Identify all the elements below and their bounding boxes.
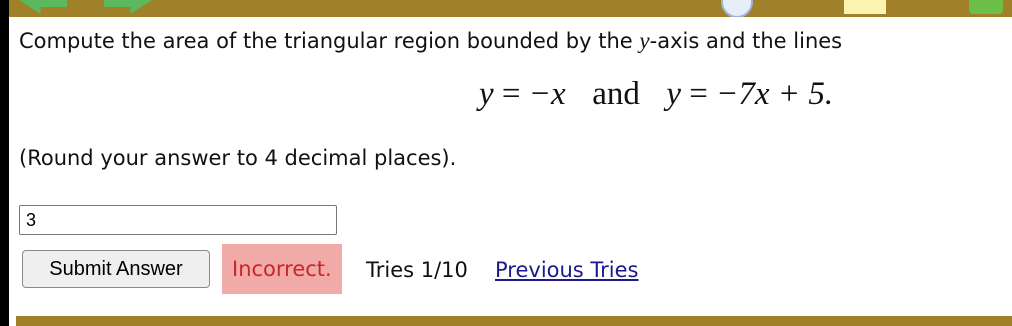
forward-arrow-icon[interactable] (104, 0, 152, 14)
eq1-lhs: y (479, 76, 494, 112)
question-suffix: -axis and the lines (649, 29, 843, 53)
eq2-rhs: −7x + 5. (716, 76, 834, 112)
eq-joiner: and (592, 76, 640, 112)
eq2-rel: = (689, 76, 708, 112)
eq1-rel: = (501, 76, 521, 112)
tries-counter: Tries 1/10 (366, 258, 468, 282)
question-text: Compute the area of the triangular regio… (19, 28, 842, 54)
notes-icon[interactable] (844, 0, 886, 14)
bottom-frame-bar (16, 316, 1012, 326)
left-border (0, 0, 9, 326)
eq2-lhs: y (666, 76, 682, 112)
back-arrow-icon[interactable] (19, 0, 67, 14)
equation-display: y = −x and y = −7x + 5. (479, 76, 833, 113)
grade-icon[interactable] (969, 0, 1003, 14)
rounding-instruction: (Round your answer to 4 decimal places). (19, 146, 457, 170)
question-variable: y (639, 28, 650, 53)
eq1-rhs: −x (528, 76, 566, 112)
incorrect-status-badge: Incorrect. (222, 244, 342, 294)
previous-tries-link[interactable]: Previous Tries (495, 258, 639, 282)
top-toolbar (9, 0, 1012, 17)
question-prefix: Compute the area of the triangular regio… (19, 29, 633, 53)
answer-input[interactable] (19, 205, 337, 235)
help-icon[interactable] (721, 0, 753, 17)
submit-answer-button[interactable]: Submit Answer (22, 250, 210, 288)
